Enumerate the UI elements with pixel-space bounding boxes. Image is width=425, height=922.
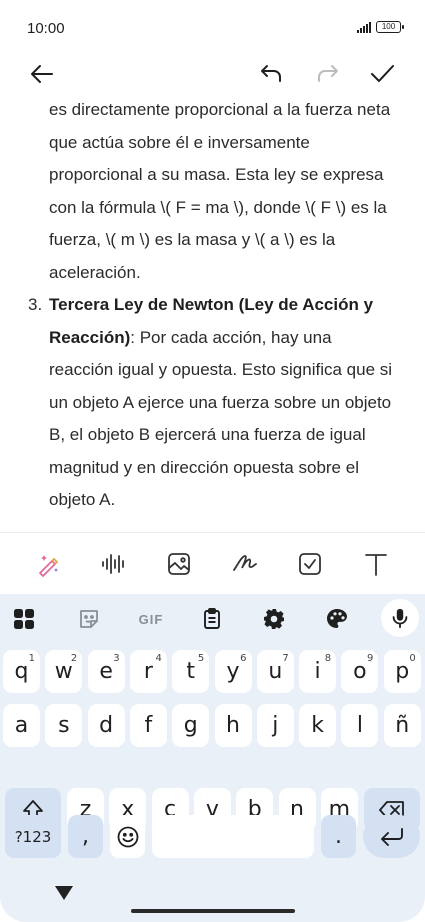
period-key[interactable]: . — [321, 815, 356, 858]
list-number: 3. — [28, 295, 43, 314]
key-hint: 6 — [240, 653, 247, 664]
microphone-icon — [392, 608, 408, 629]
battery-icon: 100 — [376, 21, 404, 33]
signal-icon — [357, 21, 371, 33]
emoji-icon — [117, 826, 138, 847]
key-g[interactable]: g — [172, 704, 210, 747]
comma-key[interactable]: , — [68, 815, 103, 858]
key-hint: 7 — [282, 653, 289, 664]
battery-level: 100 — [381, 22, 396, 31]
note-paragraph: es directamente proporcional a la fuerza… — [49, 100, 391, 282]
home-indicator[interactable] — [131, 909, 295, 913]
key-r[interactable]: r4 — [129, 650, 167, 693]
hide-keyboard-button[interactable] — [55, 886, 73, 900]
gif-button[interactable]: GIF — [136, 606, 166, 632]
image-icon[interactable] — [165, 550, 193, 578]
enter-key[interactable] — [363, 815, 420, 858]
key-y[interactable]: y6 — [214, 650, 252, 693]
key-p[interactable]: p0 — [383, 650, 421, 693]
note-editor[interactable]: es directamente proporcional a la fuerza… — [0, 96, 425, 526]
key-hint: 0 — [409, 653, 416, 664]
settings-gear-icon[interactable] — [261, 606, 287, 632]
status-time: 10:00 — [27, 20, 65, 37]
space-key[interactable] — [152, 815, 314, 858]
sticker-icon[interactable] — [76, 606, 102, 632]
key-s[interactable]: s — [45, 704, 83, 747]
audio-wave-icon[interactable] — [100, 550, 128, 578]
back-button[interactable] — [28, 60, 56, 88]
enter-icon — [380, 827, 403, 846]
key-d[interactable]: d — [87, 704, 125, 747]
key-label: o — [353, 659, 367, 684]
key-hint: 3 — [113, 653, 120, 664]
handwriting-icon[interactable] — [231, 550, 259, 578]
key-i[interactable]: i8 — [299, 650, 337, 693]
key-w[interactable]: w2 — [45, 650, 83, 693]
check-icon — [371, 65, 394, 82]
arrow-left-icon — [31, 65, 53, 83]
key-u[interactable]: u7 — [256, 650, 294, 693]
redo-icon — [318, 65, 338, 82]
key-q[interactable]: q1 — [3, 650, 40, 693]
key-label: r — [143, 659, 153, 684]
key-o[interactable]: o9 — [341, 650, 379, 693]
voice-input-button[interactable] — [381, 599, 419, 637]
key-a[interactable]: a — [3, 704, 40, 747]
palette-icon[interactable] — [324, 606, 350, 632]
ai-pen-icon[interactable] — [34, 550, 62, 578]
key-label: i — [314, 659, 321, 684]
apps-grid-icon[interactable] — [11, 606, 37, 632]
checkbox-icon[interactable] — [296, 550, 324, 578]
key-hint: 5 — [197, 653, 205, 664]
key-label: y — [226, 659, 240, 684]
text-icon[interactable] — [362, 550, 390, 578]
key-hint: 1 — [28, 653, 35, 664]
done-button[interactable] — [368, 60, 396, 88]
status-bar: 10:00 100 — [0, 0, 425, 58]
key-label: u — [268, 659, 283, 684]
editor-top-bar — [0, 56, 425, 92]
key-k[interactable]: k — [299, 704, 337, 747]
keyboard: GIF q1w2e3r4t5y6u7i8o9p0asdfghjklñzxcvbn… — [0, 594, 425, 922]
key-hint: 4 — [155, 653, 162, 664]
key-label: q — [14, 659, 29, 684]
gif-label: GIF — [138, 611, 164, 627]
keyboard-suggestion-bar: GIF — [0, 594, 425, 642]
key-l[interactable]: l — [341, 704, 379, 747]
key-hint: 9 — [367, 653, 374, 664]
redo-button[interactable] — [313, 60, 341, 88]
key-label: e — [99, 659, 113, 684]
key-ñ[interactable]: ñ — [383, 704, 421, 747]
key-hint: 2 — [70, 653, 78, 664]
undo-icon — [261, 65, 281, 82]
list-item-body: Tercera Ley de Newton (Ley de Acción y R… — [49, 289, 400, 517]
symbols-key[interactable]: ?123 — [5, 815, 61, 858]
emoji-key[interactable] — [110, 815, 145, 858]
status-indicators: 100 — [357, 21, 404, 33]
key-hint: 8 — [324, 653, 332, 664]
key-label: p — [395, 659, 410, 684]
editor-toolbar — [0, 532, 425, 594]
list-item-text: : Por cada acción, hay una reacción igua… — [49, 327, 393, 510]
key-label: t — [186, 659, 195, 684]
key-j[interactable]: j — [256, 704, 294, 747]
key-f[interactable]: f — [129, 704, 167, 747]
key-h[interactable]: h — [214, 704, 252, 747]
clipboard-icon[interactable] — [199, 606, 225, 632]
undo-button[interactable] — [258, 60, 286, 88]
key-t[interactable]: t5 — [172, 650, 210, 693]
key-e[interactable]: e3 — [87, 650, 125, 693]
